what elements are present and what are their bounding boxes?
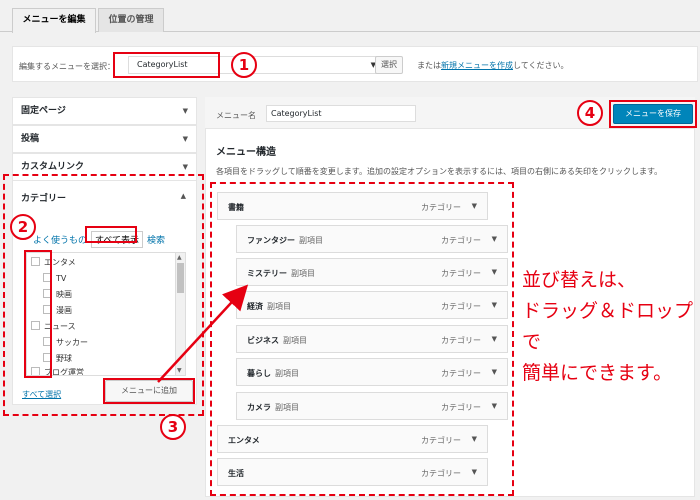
select-menu-button[interactable]: 選択 xyxy=(375,56,403,74)
note-line: ドラッグ＆ドロップで xyxy=(522,300,694,353)
section-pages[interactable]: 固定ページ ▼ xyxy=(12,97,197,125)
drag-drop-note: 並び替えは、 ドラッグ＆ドロップで 簡単にできます。 xyxy=(522,265,697,389)
section-custom-links-label: カスタムリンク xyxy=(21,162,85,172)
step-marker-2: 2 xyxy=(10,214,36,240)
step-marker-1: 1 xyxy=(231,52,257,78)
highlight-save-button xyxy=(609,100,697,128)
menu-structure-description: 各項目をドラッグして順番を変更します。追加の設定オプションを表示するには、項目の… xyxy=(216,167,663,176)
highlight-menu-structure xyxy=(210,182,514,496)
tail-text: してください。 xyxy=(513,61,569,70)
note-line: 簡単にできます。 xyxy=(522,362,673,384)
step-marker-4: 4 xyxy=(577,100,603,126)
tab-manage-locations[interactable]: 位置の管理 xyxy=(98,8,164,32)
menu-name-input[interactable]: CategoryList xyxy=(266,105,416,122)
menu-name-label: メニュー名 xyxy=(216,111,256,120)
create-menu-text: または新規メニューを作成してください。 xyxy=(417,60,569,71)
expand-arrow-icon: ▼ xyxy=(182,107,188,115)
section-posts-label: 投稿 xyxy=(21,134,40,144)
highlight-add-button xyxy=(103,378,195,404)
nav-tabs: メニューを編集 位置の管理 xyxy=(0,0,700,33)
section-pages-label: 固定ページ xyxy=(21,106,66,116)
expand-arrow-icon: ▼ xyxy=(182,135,188,143)
section-posts[interactable]: 投稿 ▼ xyxy=(12,125,197,153)
highlight-checkboxes xyxy=(24,250,52,378)
step-marker-3: 3 xyxy=(160,414,186,440)
menu-structure-title: メニュー構造 xyxy=(216,147,276,158)
new-menu-link[interactable]: 新規メニューを作成 xyxy=(441,61,513,70)
highlight-view-all xyxy=(85,226,137,243)
select-menu-label: 編集するメニューを選択： xyxy=(19,62,115,71)
or-text: または xyxy=(417,61,441,70)
note-line: 並び替えは、 xyxy=(522,269,637,291)
tab-edit-menus[interactable]: メニューを編集 xyxy=(12,8,96,33)
highlight-menu-select xyxy=(113,52,220,78)
